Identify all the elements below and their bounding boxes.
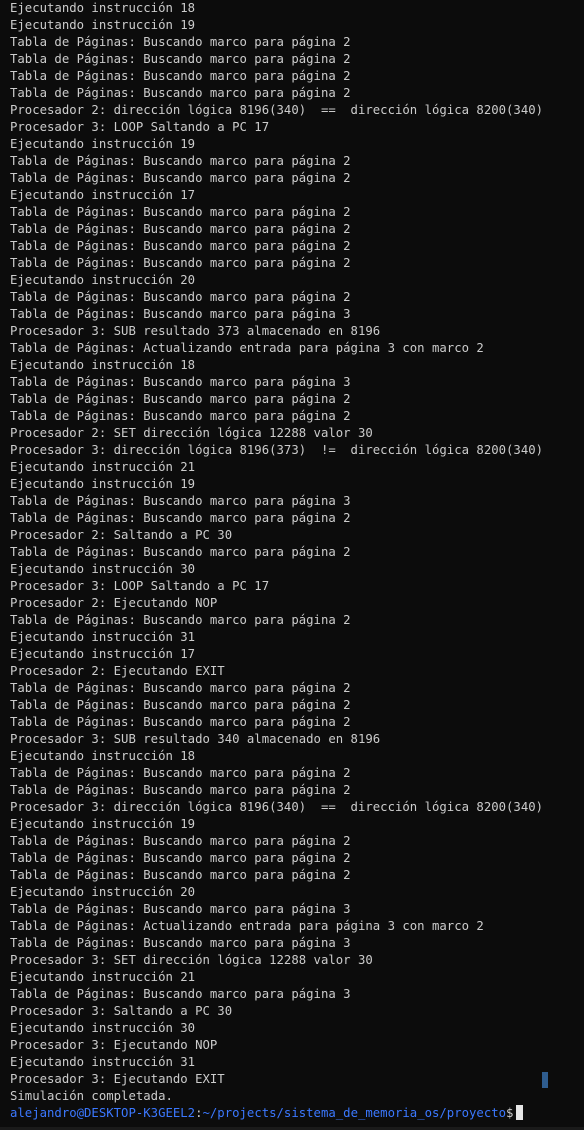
terminal-line: Tabla de Páginas: Buscando marco para pá… (10, 409, 351, 423)
terminal-line: Ejecutando instrucción 30 (10, 1021, 196, 1035)
terminal-line: Tabla de Páginas: Buscando marco para pá… (10, 868, 351, 882)
terminal-line: Tabla de Páginas: Buscando marco para pá… (10, 86, 351, 100)
terminal-line: Ejecutando instrucción 19 (10, 477, 196, 491)
terminal-line: Tabla de Páginas: Actualizando entrada p… (10, 919, 484, 933)
terminal-line: Procesador 3: Saltando a PC 30 (10, 1004, 233, 1018)
text-cursor (516, 1105, 524, 1120)
terminal-line: Ejecutando instrucción 31 (10, 630, 196, 644)
terminal-line: Tabla de Páginas: Actualizando entrada p… (10, 341, 484, 355)
terminal-line: Tabla de Páginas: Buscando marco para pá… (10, 715, 351, 729)
terminal-line: Tabla de Páginas: Buscando marco para pá… (10, 290, 351, 304)
terminal-line: Ejecutando instrucción 31 (10, 1055, 196, 1069)
prompt-symbol: $ (506, 1106, 514, 1120)
terminal-line: Tabla de Páginas: Buscando marco para pá… (10, 375, 351, 389)
terminal-line: Tabla de Páginas: Buscando marco para pá… (10, 222, 351, 236)
terminal-line: Tabla de Páginas: Buscando marco para pá… (10, 205, 351, 219)
terminal-line: Ejecutando instrucción 30 (10, 562, 196, 576)
shell-prompt[interactable]: alejandro@DESKTOP-K3GEEL2:~/projects/sis… (10, 1105, 580, 1122)
terminal-line: Tabla de Páginas: Buscando marco para pá… (10, 766, 351, 780)
terminal-line: Procesador 3: Ejecutando NOP (10, 1038, 218, 1052)
terminal-line: Tabla de Páginas: Buscando marco para pá… (10, 511, 351, 525)
terminal-line: Procesador 3: SUB resultado 373 almacena… (10, 324, 381, 338)
terminal-line: Ejecutando instrucción 21 (10, 970, 196, 984)
terminal-window[interactable]: Ejecutando instrucción 18 Ejecutando inst… (0, 0, 584, 1130)
terminal-line: Tabla de Páginas: Buscando marco para pá… (10, 256, 351, 270)
prompt-user-host: alejandro@DESKTOP-K3GEEL2 (10, 1106, 196, 1120)
terminal-line: Ejecutando instrucción 19 (10, 18, 196, 32)
terminal-line: Procesador 2: Ejecutando EXIT (10, 664, 225, 678)
terminal-line: Tabla de Páginas: Buscando marco para pá… (10, 834, 351, 848)
terminal-line: Procesador 3: Ejecutando EXIT (10, 1072, 225, 1086)
terminal-line: Ejecutando instrucción 19 (10, 137, 196, 151)
terminal-line: Ejecutando instrucción 20 (10, 273, 196, 287)
terminal-line: Tabla de Páginas: Buscando marco para pá… (10, 494, 351, 508)
terminal-line: Procesador 2: Saltando a PC 30 (10, 528, 233, 542)
terminal-line: Tabla de Páginas: Buscando marco para pá… (10, 545, 351, 559)
terminal-line: Tabla de Páginas: Buscando marco para pá… (10, 987, 351, 1001)
terminal-line: Tabla de Páginas: Buscando marco para pá… (10, 392, 351, 406)
prompt-path: ~/projects/sistema_de_memoria_os/proyect… (202, 1106, 507, 1120)
terminal-line: Procesador 3: dirección lógica 8196(340)… (10, 800, 544, 814)
terminal-line: Ejecutando instrucción 20 (10, 885, 196, 899)
terminal-line: Ejecutando instrucción 17 (10, 188, 196, 202)
scrollbar-thumb[interactable] (542, 1072, 548, 1088)
terminal-line: Ejecutando instrucción 18 (10, 1, 196, 15)
terminal-line: Ejecutando instrucción 17 (10, 647, 196, 661)
terminal-line: Tabla de Páginas: Buscando marco para pá… (10, 902, 351, 916)
prompt-separator: : (195, 1106, 203, 1120)
terminal-line: Tabla de Páginas: Buscando marco para pá… (10, 35, 351, 49)
terminal-line: Tabla de Páginas: Buscando marco para pá… (10, 171, 351, 185)
terminal-line: Procesador 3: SUB resultado 340 almacena… (10, 732, 381, 746)
terminal-line: Tabla de Páginas: Buscando marco para pá… (10, 851, 351, 865)
terminal-line: Tabla de Páginas: Buscando marco para pá… (10, 936, 351, 950)
terminal-line: Ejecutando instrucción 18 (10, 358, 196, 372)
terminal-line: Procesador 2: SET dirección lógica 12288… (10, 426, 373, 440)
terminal-line: Tabla de Páginas: Buscando marco para pá… (10, 239, 351, 253)
terminal-line: Ejecutando instrucción 18 (10, 749, 196, 763)
terminal-line: Ejecutando instrucción 19 (10, 817, 196, 831)
terminal-line: Procesador 3: LOOP Saltando a PC 17 (10, 579, 270, 593)
terminal-output: Ejecutando instrucción 18 Ejecutando inst… (10, 0, 580, 1122)
terminal-line: Procesador 2: Ejecutando NOP (10, 596, 218, 610)
terminal-line: Ejecutando instrucción 21 (10, 460, 196, 474)
terminal-line: Tabla de Páginas: Buscando marco para pá… (10, 698, 351, 712)
terminal-line: Tabla de Páginas: Buscando marco para pá… (10, 613, 351, 627)
terminal-line: Tabla de Páginas: Buscando marco para pá… (10, 69, 351, 83)
terminal-line: Tabla de Páginas: Buscando marco para pá… (10, 307, 351, 321)
terminal-line: Procesador 3: SET dirección lógica 12288… (10, 953, 373, 967)
terminal-line: Procesador 2: dirección lógica 8196(340)… (10, 103, 544, 117)
terminal-line: Tabla de Páginas: Buscando marco para pá… (10, 681, 351, 695)
terminal-line: Tabla de Páginas: Buscando marco para pá… (10, 52, 351, 66)
terminal-line: Tabla de Páginas: Buscando marco para pá… (10, 154, 351, 168)
terminal-line: Procesador 3: dirección lógica 8196(373)… (10, 443, 544, 457)
terminal-line: Procesador 3: LOOP Saltando a PC 17 (10, 120, 270, 134)
terminal-line: Simulación completada. (10, 1089, 173, 1103)
terminal-line: Tabla de Páginas: Buscando marco para pá… (10, 783, 351, 797)
